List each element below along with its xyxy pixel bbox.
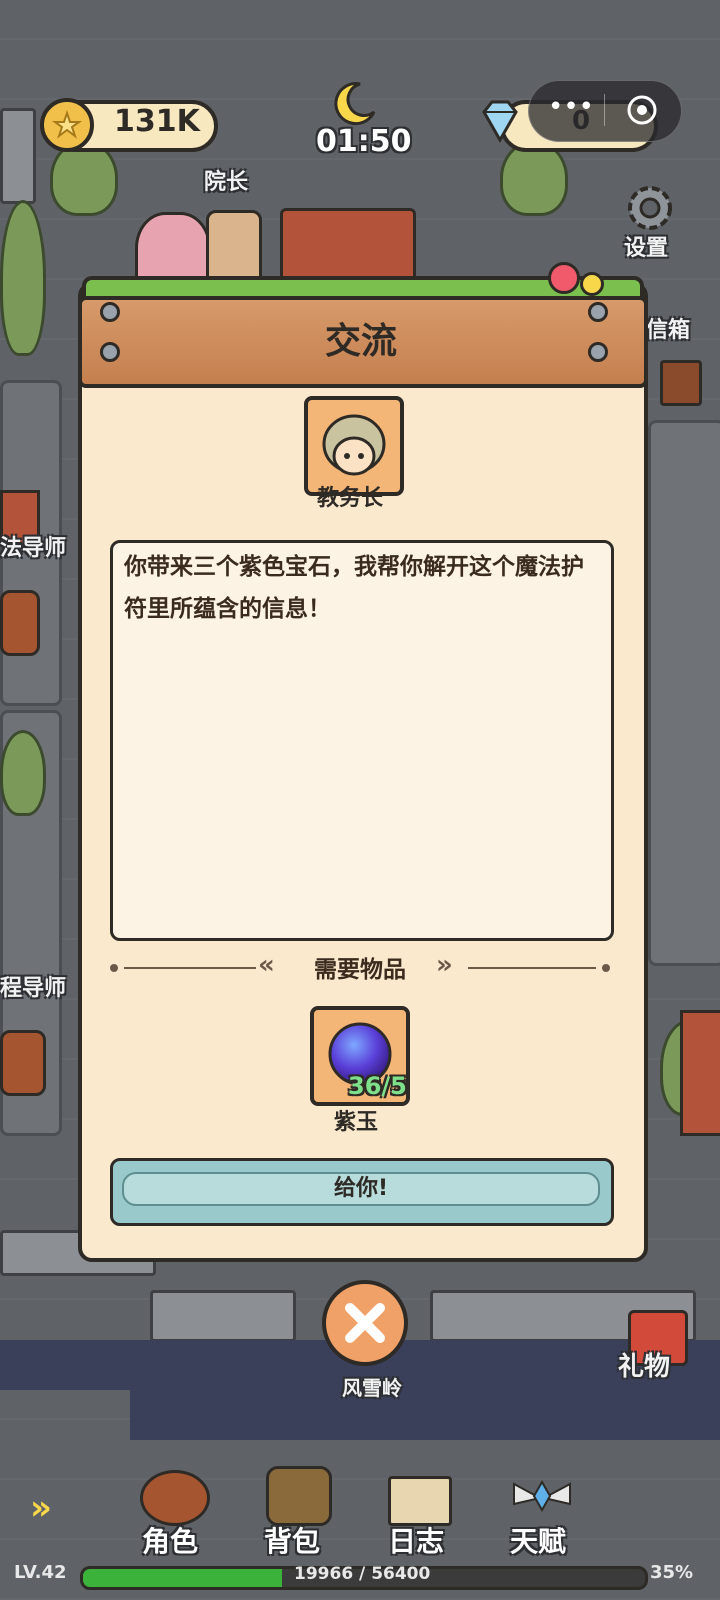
map-label-area: 风雪岭 <box>342 1376 402 1400</box>
journal-icon[interactable] <box>388 1476 452 1526</box>
capsule-divider <box>604 94 605 126</box>
chevron-left-icon: « <box>258 950 275 980</box>
item-count: 36/5 <box>348 1072 407 1100</box>
divider-line <box>124 967 256 969</box>
map-label-mentor-2: 程导师 <box>0 976 67 1001</box>
divider-line <box>468 967 596 969</box>
nav-journal[interactable]: 日志 <box>388 1520 444 1560</box>
nav-character[interactable]: 角色 <box>142 1520 198 1560</box>
map-wall <box>150 1290 296 1342</box>
backpack-icon[interactable] <box>266 1466 332 1526</box>
building-roof <box>280 208 416 284</box>
map-label-mentor: 法导师 <box>0 536 67 561</box>
coin-amount: 131K <box>114 104 200 139</box>
npc-name: 教务长 <box>316 486 383 511</box>
mentor-npc[interactable] <box>0 1030 46 1096</box>
nav-talent[interactable]: 天赋 <box>510 1520 566 1560</box>
dialog-title: 交流 <box>324 321 397 362</box>
building-roof <box>680 1010 720 1136</box>
double-arrow-icon[interactable]: » <box>30 1488 52 1528</box>
xp-bar-fill <box>83 1569 282 1587</box>
close-icon <box>345 1303 385 1343</box>
moon-icon <box>330 80 378 128</box>
diamond-icon <box>474 96 526 148</box>
player-level: LV.42 <box>14 1562 67 1583</box>
map-road <box>648 420 720 966</box>
divider-dot <box>110 964 118 972</box>
divider-dot <box>602 964 610 972</box>
map-label-dean: 院长 <box>204 170 249 195</box>
chevron-right-icon: » <box>436 950 453 980</box>
flower-icon <box>580 272 604 296</box>
mentor-npc[interactable] <box>0 590 40 656</box>
map-wall <box>0 108 36 204</box>
gift-label[interactable]: 礼物 <box>618 1346 670 1383</box>
more-menu-icon[interactable]: ••• <box>548 94 594 122</box>
npc-message: 你带来三个紫色宝石，我帮你解开这个魔法护符里所蕴含的信息！ <box>124 554 584 622</box>
xp-percent: 35% <box>650 1562 694 1583</box>
tree <box>0 730 46 816</box>
game-time: 01:50 <box>316 124 412 159</box>
settings-label[interactable]: 设置 <box>624 230 668 262</box>
required-items-header: 需要物品 <box>314 957 406 983</box>
item-name: 紫玉 <box>333 1110 378 1135</box>
close-miniprogram-icon[interactable] <box>626 94 658 126</box>
mailbox-label[interactable]: 信箱 <box>646 312 690 344</box>
flower-icon <box>548 262 580 294</box>
talent-icon[interactable] <box>512 1474 572 1520</box>
dean-npc[interactable] <box>206 210 262 286</box>
close-button[interactable] <box>322 1280 408 1366</box>
character-icon[interactable] <box>140 1470 210 1526</box>
xp-text: 19966 / 56400 <box>294 1564 431 1584</box>
gear-icon[interactable] <box>622 180 678 236</box>
give-button-label[interactable]: 给你! <box>122 1172 600 1206</box>
map-river <box>130 1390 720 1440</box>
nav-backpack[interactable]: 背包 <box>264 1520 320 1560</box>
tree <box>0 200 46 356</box>
coin-icon <box>40 98 94 152</box>
mailbox[interactable] <box>660 360 702 406</box>
